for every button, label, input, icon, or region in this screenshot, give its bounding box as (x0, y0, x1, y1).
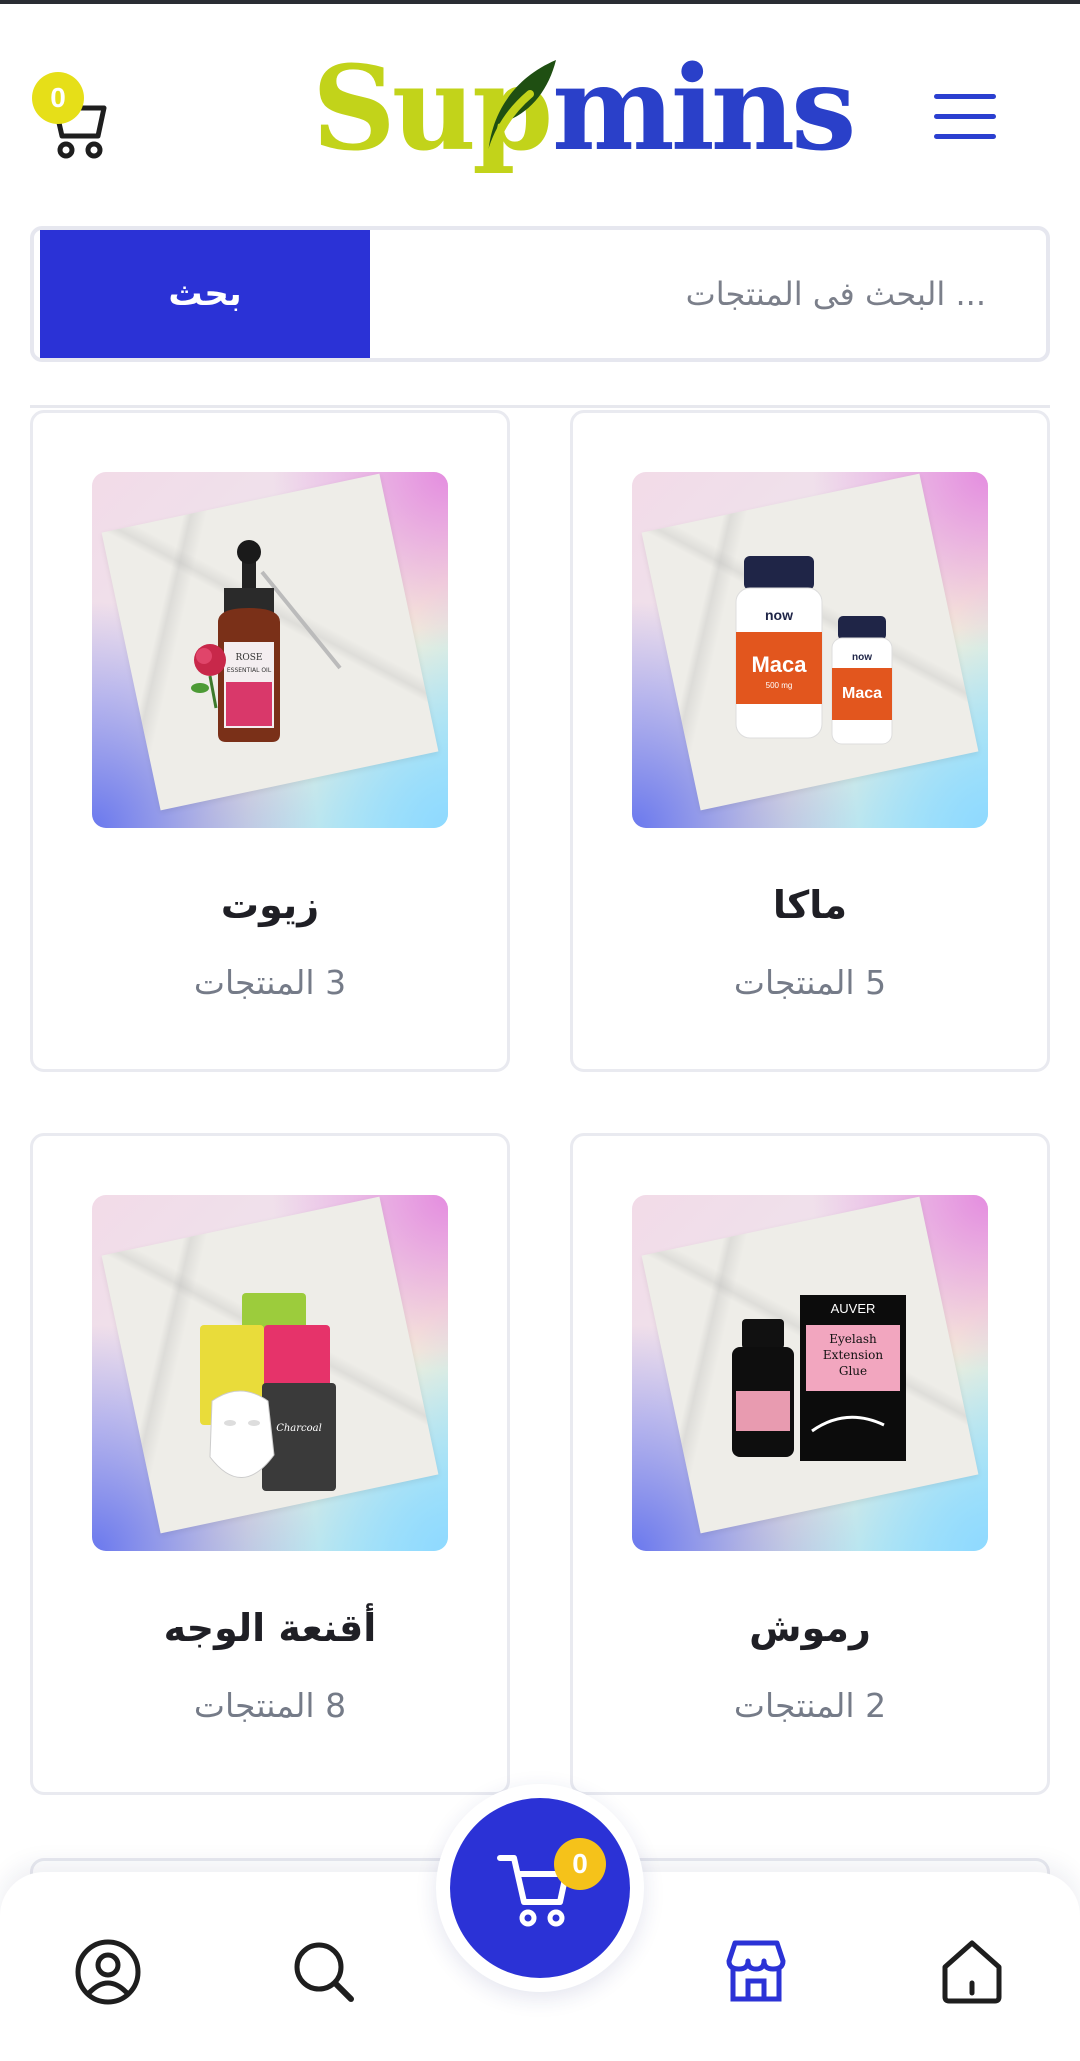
nav-search[interactable] (284, 1932, 364, 2012)
category-name: زيوت (220, 883, 320, 927)
search-button[interactable]: بحث (40, 230, 370, 358)
nav-home[interactable] (932, 1932, 1012, 2012)
svg-text:now: now (765, 607, 793, 623)
search-input[interactable] (374, 230, 1046, 358)
home-icon (942, 1940, 1002, 2004)
svg-text:Maca: Maca (842, 685, 882, 702)
category-count: 2 المنتجات (733, 1686, 887, 1725)
nav-store[interactable] (716, 1932, 796, 2012)
header: 0 Sup mins (0, 4, 1080, 204)
cart-count-badge: 0 (32, 72, 84, 124)
nav-account[interactable] (68, 1932, 148, 2012)
svg-text:ROSE: ROSE (236, 653, 263, 663)
category-count: 8 المنتجات (193, 1686, 347, 1725)
svg-text:AUVER: AUVER (831, 1301, 876, 1316)
svg-text:ESSENTIAL OIL: ESSENTIAL OIL (227, 667, 272, 674)
floating-cart-button[interactable]: 0 (436, 1784, 644, 1992)
search-icon (294, 1942, 354, 2002)
category-count: 5 المنتجات (733, 963, 887, 1002)
search-bar: بحث (30, 226, 1050, 362)
hamburger-line (934, 94, 996, 99)
logo-text-part2: mins (552, 41, 856, 177)
maca-bottles-icon: now Maca 500 mg now Maca (735, 556, 893, 745)
logo[interactable]: Sup mins (300, 44, 856, 174)
svg-text:Eyelash: Eyelash (829, 1332, 877, 1346)
category-image: AUVER Eyelash Extension Glue (632, 1195, 988, 1551)
category-card-lashes[interactable]: AUVER Eyelash Extension Glue رموش 2 المن… (570, 1133, 1050, 1795)
category-image: ROSE ESSENTIAL OIL (92, 472, 448, 828)
floating-cart-circle: 0 (450, 1798, 630, 1978)
floating-cart-count-badge: 0 (554, 1838, 606, 1890)
eyelash-glue-icon: AUVER Eyelash Extension Glue (732, 1295, 906, 1461)
hamburger-line (934, 114, 996, 119)
category-card-maca[interactable]: now Maca 500 mg now Maca ماكا 5 المنتجات (570, 410, 1050, 1072)
svg-text:now: now (852, 652, 872, 663)
svg-text:500 mg: 500 mg (766, 681, 793, 690)
svg-text:Extension: Extension (823, 1348, 883, 1362)
category-name: رموش (749, 1606, 871, 1650)
store-icon (726, 1940, 786, 2002)
category-name: ماكا (772, 883, 848, 927)
category-image: Charcoal (92, 1195, 448, 1551)
svg-text:Charcoal: Charcoal (276, 1423, 322, 1434)
user-icon (75, 1939, 141, 2005)
svg-text:Maca: Maca (751, 652, 807, 677)
hamburger-line (934, 134, 996, 139)
category-count: 3 المنتجات (193, 963, 347, 1002)
category-name: أقنعة الوجه (163, 1606, 377, 1650)
face-masks-icon: Charcoal (200, 1293, 336, 1491)
category-card-face-masks[interactable]: Charcoal أقنعة الوجه 8 المنتجات (30, 1133, 510, 1795)
menu-button[interactable] (930, 92, 1000, 142)
rose-oil-bottle-icon: ROSE ESSENTIAL OIL (191, 540, 342, 742)
divider (30, 405, 1050, 408)
category-card-oils[interactable]: ROSE ESSENTIAL OIL زيوت 3 المنتجات (30, 410, 510, 1072)
leaf-icon (484, 60, 556, 173)
svg-text:Glue: Glue (839, 1364, 867, 1378)
header-cart-button[interactable]: 0 (28, 72, 108, 162)
category-image: now Maca 500 mg now Maca (632, 472, 988, 828)
